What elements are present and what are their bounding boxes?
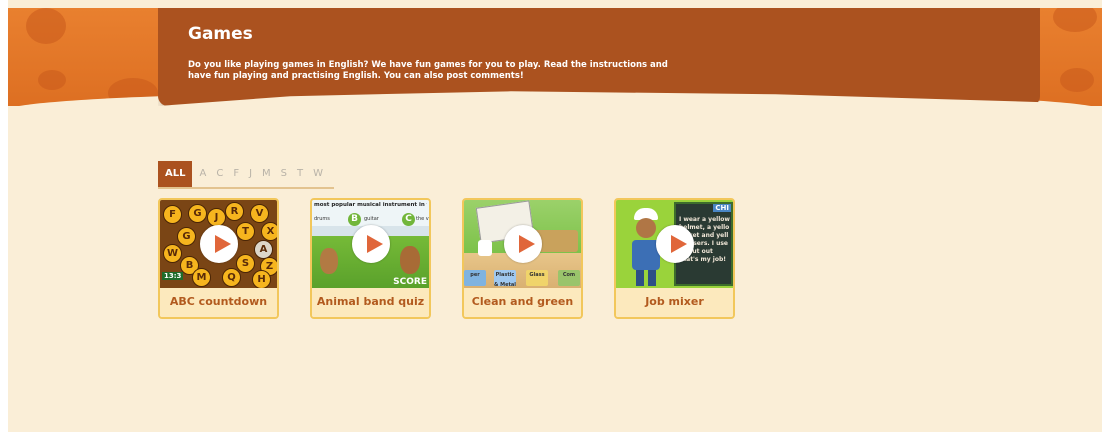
- page-description: Do you like playing games in English? We…: [188, 60, 668, 81]
- play-icon[interactable]: [351, 225, 390, 263]
- quiz-option-badge: C: [402, 213, 415, 226]
- games-grid: F G J R V G T X W A B S Z M Q H 13:3 ABC…: [158, 198, 735, 319]
- game-card-animal-band-quiz[interactable]: most popular musical instrument in the w…: [310, 198, 431, 319]
- recycling-bin: Plastic & Metal: [494, 270, 516, 288]
- letter-bubble: F: [163, 205, 182, 224]
- game-card-abc-countdown[interactable]: F G J R V G T X W A B S Z M Q H 13:3 ABC…: [158, 198, 279, 319]
- letter-bubble: R: [225, 202, 244, 221]
- letter-bubble: X: [261, 222, 277, 241]
- monster-decoration: [26, 8, 66, 44]
- monster-decoration: [1053, 8, 1097, 32]
- filter-c[interactable]: C: [211, 161, 228, 187]
- letter-bubble: H: [252, 270, 271, 288]
- recycling-bin: per: [464, 270, 486, 286]
- letter-bubble: S: [236, 254, 255, 273]
- monster-decoration: [38, 70, 66, 90]
- countdown-timer: 13:3: [162, 272, 184, 280]
- play-icon[interactable]: [503, 225, 542, 263]
- play-icon[interactable]: [655, 225, 694, 263]
- filter-s[interactable]: S: [276, 161, 292, 187]
- game-title[interactable]: Clean and green: [464, 288, 581, 317]
- animal-illustration: [320, 248, 338, 274]
- game-thumbnail[interactable]: F G J R V G T X W A B S Z M Q H 13:3: [160, 200, 277, 288]
- page-left-edge: [0, 0, 8, 432]
- letter-bubble: G: [177, 227, 196, 246]
- board-tag: CHI: [713, 204, 731, 212]
- quiz-option-text: guitar: [364, 216, 379, 222]
- game-thumbnail[interactable]: most popular musical instrument in the w…: [312, 200, 429, 288]
- game-card-job-mixer[interactable]: CHI I wear a yellow helmet, a yello jack…: [614, 198, 735, 319]
- quiz-question: most popular musical instrument in the w: [314, 202, 427, 208]
- letter-bubble: W: [163, 244, 182, 263]
- game-title[interactable]: Job mixer: [616, 288, 733, 317]
- filter-m[interactable]: M: [257, 161, 276, 187]
- game-thumbnail[interactable]: per Plastic & Metal Glass Com: [464, 200, 581, 288]
- filter-a[interactable]: A: [194, 161, 211, 187]
- filter-t[interactable]: T: [292, 161, 308, 187]
- letter-bubble: M: [192, 268, 211, 287]
- filter-j[interactable]: J: [244, 161, 257, 187]
- score-label: SCORE: [393, 277, 427, 287]
- recycling-bin: Glass: [526, 270, 548, 286]
- letter-bubble: Q: [222, 268, 241, 287]
- quiz-option-text: the v: [416, 216, 429, 222]
- game-thumbnail[interactable]: CHI I wear a yellow helmet, a yello jack…: [616, 200, 733, 288]
- letter-bubble: T: [236, 222, 255, 241]
- monster-decoration: [1060, 68, 1094, 92]
- letter-bubble: G: [188, 204, 207, 223]
- quiz-option-text: drums: [314, 216, 330, 222]
- filter-all[interactable]: ALL: [158, 161, 193, 187]
- game-card-clean-and-green[interactable]: per Plastic & Metal Glass Com Clean and …: [462, 198, 583, 319]
- alphabet-filter: ALL A C F J M S T W: [158, 161, 335, 189]
- page-header: Games Do you like playing games in Engli…: [158, 8, 1040, 106]
- letter-bubble: V: [250, 204, 269, 223]
- page-title: Games: [188, 24, 253, 44]
- game-title[interactable]: Animal band quiz: [312, 288, 429, 317]
- animal-illustration: [400, 246, 420, 274]
- game-title[interactable]: ABC countdown: [160, 288, 277, 317]
- play-icon[interactable]: [199, 225, 238, 263]
- recycling-bin: Com: [558, 270, 580, 286]
- can-illustration: [478, 240, 492, 256]
- filter-w[interactable]: W: [308, 161, 328, 187]
- quiz-option-badge: B: [348, 213, 361, 226]
- filter-f[interactable]: F: [228, 161, 244, 187]
